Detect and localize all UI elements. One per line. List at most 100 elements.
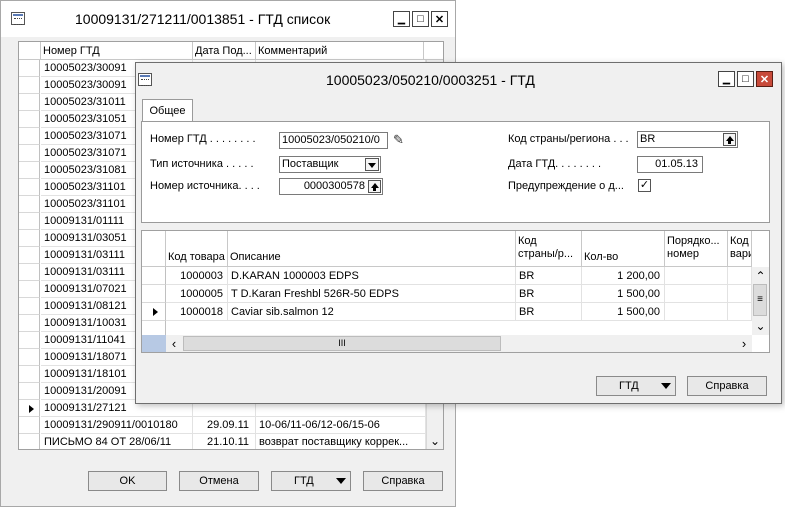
vertical-scrollbar[interactable]: ⌃ ≡ ⌄	[752, 267, 769, 335]
cell-number[interactable]: 10009131/290911/0010180	[41, 417, 193, 434]
cell-country[interactable]: BR	[516, 267, 582, 285]
column-header-date[interactable]: Дата Под...	[193, 42, 256, 60]
source-number-field[interactable]: 0000300578	[279, 178, 383, 195]
scroll-down-button[interactable]: ⌄	[427, 433, 443, 449]
cancel-button[interactable]: Отмена	[179, 471, 259, 491]
column-header-number[interactable]: Номер ГТД	[41, 42, 193, 60]
row-selector[interactable]	[19, 111, 40, 128]
ok-button[interactable]: OK	[88, 471, 167, 491]
column-header-description[interactable]: Описание	[228, 231, 516, 267]
scroll-thumb[interactable]: ≡	[753, 284, 767, 316]
cell-comment[interactable]: 10-06/11-06/12-06/15-06	[256, 417, 426, 434]
row-selector[interactable]	[19, 315, 40, 332]
row-selector[interactable]	[19, 179, 40, 196]
scroll-left-button[interactable]: ‹	[166, 335, 182, 352]
tab-general[interactable]: Общее	[142, 99, 193, 121]
row-selector[interactable]	[19, 400, 40, 417]
row-selector[interactable]	[19, 366, 40, 383]
cell-order[interactable]	[665, 267, 728, 285]
cell-variant[interactable]	[728, 267, 752, 285]
cell-country[interactable]: BR	[516, 303, 582, 321]
cell-order[interactable]	[665, 303, 728, 321]
row-selector[interactable]	[142, 285, 166, 303]
gtd-menu-button[interactable]: ГТД	[596, 376, 676, 396]
row-selector[interactable]	[19, 145, 40, 162]
cell-variant[interactable]	[728, 303, 752, 321]
row-selector[interactable]	[19, 77, 40, 94]
scroll-down-button[interactable]: ⌄	[752, 319, 769, 335]
cell-date[interactable]: 29.09.11	[193, 417, 256, 434]
scroll-up-button[interactable]: ⌃	[752, 267, 769, 283]
row-selector[interactable]	[19, 162, 40, 179]
cell-comment[interactable]: возврат поставщику коррек...	[256, 434, 426, 449]
gtd-number-field[interactable]: 10005023/050210/0	[279, 132, 388, 149]
title-bar[interactable]: 10005023/050210/0003251 - ГТД ▁ □ ✕	[136, 63, 781, 96]
gtd-menu-button[interactable]: ГТД	[271, 471, 351, 491]
row-selector[interactable]	[19, 247, 40, 264]
cell-description[interactable]: T D.Karan Freshbl 526R-50 EDPS	[228, 285, 516, 303]
row-selector[interactable]	[19, 332, 40, 349]
gtd-date-field[interactable]: 01.05.13	[637, 156, 703, 173]
row-selector[interactable]	[19, 94, 40, 111]
column-header-comment[interactable]: Комментарий	[256, 42, 424, 60]
row-selector[interactable]	[19, 60, 40, 77]
cell-variant[interactable]	[728, 285, 752, 303]
edit-button[interactable]: ✎	[390, 131, 407, 148]
warning-checkbox[interactable]: ✓	[638, 179, 651, 192]
row-selector[interactable]	[19, 264, 40, 281]
new-row[interactable]	[166, 321, 752, 335]
app-window-icon[interactable]	[11, 12, 25, 25]
country-code-field[interactable]: BR	[637, 131, 738, 148]
lookup-arrow-icon[interactable]	[368, 180, 381, 193]
row-selector[interactable]	[19, 196, 40, 213]
close-button[interactable]: ✕	[431, 11, 448, 27]
column-header-item-code[interactable]: Код товара	[166, 231, 228, 267]
cell-order[interactable]	[665, 285, 728, 303]
lookup-arrow-icon[interactable]	[723, 133, 736, 146]
row-selector[interactable]	[19, 298, 40, 315]
horizontal-scrollbar[interactable]: ‹ III ›	[166, 335, 752, 352]
close-button[interactable]: ✕	[756, 71, 773, 87]
cell-item-code[interactable]: 1000005	[166, 285, 228, 303]
cell-description[interactable]: Caviar sib.salmon 12	[228, 303, 516, 321]
column-header-variant[interactable]: Код вари	[728, 231, 752, 267]
table-row[interactable]: 1000003 D.KARAN 1000003 EDPS BR 1 200,00	[142, 267, 752, 285]
row-selector[interactable]	[19, 128, 40, 145]
cell-item-code[interactable]: 1000003	[166, 267, 228, 285]
row-selector[interactable]	[19, 349, 40, 366]
row-selector[interactable]	[19, 434, 40, 449]
help-button[interactable]: Справка	[687, 376, 767, 396]
title-bar[interactable]: 10009131/271211/0013851 - ГТД список ▁ □…	[1, 1, 455, 37]
minimize-button[interactable]: ▁	[393, 11, 410, 27]
column-header-country[interactable]: Код страны/р...	[516, 231, 582, 267]
gtd-lines-grid[interactable]: Код товара Описание Код страны/р... Кол-…	[141, 230, 770, 353]
table-row[interactable]: 1000018 Caviar sib.salmon 12 BR 1 500,00	[142, 303, 752, 321]
row-selector[interactable]	[19, 230, 40, 247]
hscroll-thumb[interactable]: III	[183, 336, 501, 351]
cell-description[interactable]: D.KARAN 1000003 EDPS	[228, 267, 516, 285]
cell-qty[interactable]: 1 500,00	[582, 285, 665, 303]
scroll-right-button[interactable]: ›	[736, 335, 752, 352]
row-selector[interactable]	[19, 383, 40, 400]
app-window-icon[interactable]	[138, 73, 152, 86]
cell-qty[interactable]: 1 200,00	[582, 267, 665, 285]
cell-item-code[interactable]: 1000018	[166, 303, 228, 321]
table-row[interactable]: ПИСЬМО 84 ОТ 28/06/11 21.10.11 возврат пос…	[19, 434, 426, 449]
column-header-qty[interactable]: Кол-во	[582, 231, 665, 267]
maximize-button[interactable]: □	[737, 71, 754, 87]
cell-country[interactable]: BR	[516, 285, 582, 303]
table-row[interactable]: 1000005 T D.Karan Freshbl 526R-50 EDPS BR 1…	[142, 285, 752, 303]
cell-qty[interactable]: 1 500,00	[582, 303, 665, 321]
row-selector[interactable]	[142, 267, 166, 285]
row-selector[interactable]	[19, 213, 40, 230]
cell-number[interactable]: ПИСЬМО 84 ОТ 28/06/11	[41, 434, 193, 449]
cell-date[interactable]: 21.10.11	[193, 434, 256, 449]
minimize-button[interactable]: ▁	[718, 71, 735, 87]
row-selector[interactable]	[19, 417, 40, 434]
row-selector[interactable]	[19, 281, 40, 298]
dropdown-arrow-icon[interactable]	[365, 158, 379, 171]
column-header-order[interactable]: Порядко... номер	[665, 231, 728, 267]
maximize-button[interactable]: □	[412, 11, 429, 27]
help-button[interactable]: Справка	[363, 471, 443, 491]
source-type-select[interactable]: Поставщик	[279, 156, 381, 173]
